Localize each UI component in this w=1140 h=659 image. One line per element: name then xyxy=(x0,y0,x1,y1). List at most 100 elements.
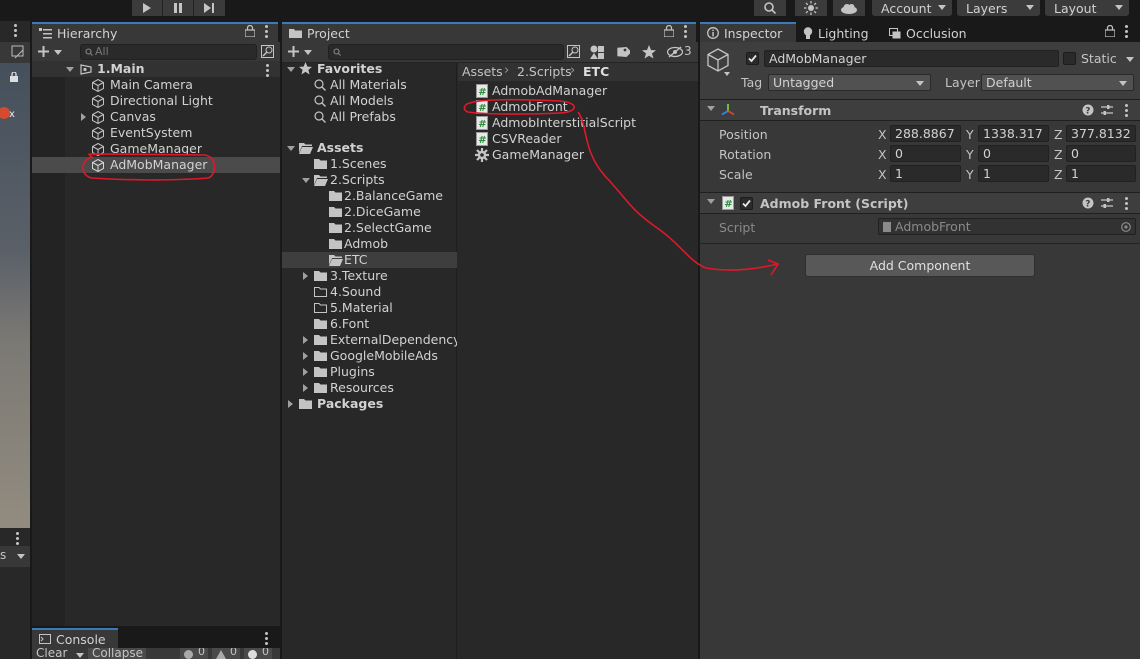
help-icon[interactable]: ? xyxy=(1082,197,1094,209)
hierarchy-item[interactable]: Directional Light xyxy=(65,93,280,109)
warning-toggle[interactable]: 0 xyxy=(212,648,240,659)
scene-viewport[interactable]: x xyxy=(0,63,30,528)
lock-icon[interactable] xyxy=(664,25,674,37)
favorite-item[interactable]: All Materials xyxy=(282,77,457,93)
gameobject-icon[interactable] xyxy=(707,48,729,72)
static-checkbox[interactable] xyxy=(1063,52,1076,65)
orientation-gizmo-icon[interactable]: x xyxy=(0,105,18,121)
file-item[interactable]: # AdmobFront xyxy=(458,99,698,115)
chevron-down-icon[interactable] xyxy=(54,50,62,55)
layers-dropdown[interactable]: Layers xyxy=(957,0,1040,16)
hidden-eye-icon[interactable] xyxy=(667,46,683,58)
file-item[interactable]: # CSVReader xyxy=(458,131,698,147)
tab-project[interactable]: Project xyxy=(282,22,696,42)
folder-item[interactable]: 2.BalanceGame xyxy=(282,188,457,204)
layer-dropdown[interactable]: Default xyxy=(981,74,1134,91)
lock-icon[interactable] xyxy=(245,25,255,37)
packages-row[interactable]: Packages xyxy=(282,396,457,412)
scale-y-input[interactable]: 1 xyxy=(978,165,1049,182)
rotation-x-input[interactable]: 0 xyxy=(890,145,961,162)
foldout-arrow-icon[interactable] xyxy=(81,113,86,121)
foldout-arrow-icon[interactable] xyxy=(707,106,715,111)
scene-menu-icon[interactable] xyxy=(14,24,17,39)
search-button[interactable] xyxy=(754,0,786,16)
chevron-down-icon[interactable] xyxy=(1126,57,1134,62)
kebab-menu-icon[interactable] xyxy=(265,25,268,40)
component-enabled-checkbox[interactable] xyxy=(740,197,753,210)
rotation-y-input[interactable]: 0 xyxy=(978,145,1049,162)
add-component-button[interactable]: Add Component xyxy=(805,254,1035,277)
assets-row[interactable]: Assets xyxy=(282,140,457,156)
chevron-down-icon[interactable] xyxy=(76,653,84,658)
add-icon[interactable] xyxy=(38,46,49,57)
object-picker-icon[interactable] xyxy=(1121,222,1131,232)
folder-item[interactable]: 4.Sound xyxy=(282,284,457,300)
cloud-button[interactable] xyxy=(833,0,865,16)
scene-search-icon[interactable] xyxy=(261,45,275,59)
error-toggle[interactable]: 0 xyxy=(244,648,272,659)
foldout-arrow-icon[interactable] xyxy=(287,67,295,72)
file-item[interactable]: # AdmobInterstitialScript xyxy=(458,115,698,131)
folder-item[interactable]: Resources xyxy=(282,380,457,396)
folder-item[interactable]: Admob xyxy=(282,236,457,252)
foldout-arrow-icon[interactable] xyxy=(303,272,308,280)
folder-item[interactable]: Plugins xyxy=(282,364,457,380)
hierarchy-item-selected[interactable]: AdMobManager xyxy=(32,157,280,173)
favorite-item[interactable]: All Prefabs xyxy=(282,109,457,125)
hierarchy-search-input[interactable]: All xyxy=(80,44,257,60)
folder-item[interactable]: 2.Scripts xyxy=(282,172,457,188)
breadcrumb-item[interactable]: Assets xyxy=(462,64,503,79)
tab-console[interactable]: Console xyxy=(32,628,118,648)
hierarchy-item[interactable]: Main Camera xyxy=(65,77,280,93)
hierarchy-item[interactable]: GameManager xyxy=(65,141,280,157)
tag-dropdown[interactable]: Untagged xyxy=(768,74,931,91)
clear-button[interactable]: Clear xyxy=(36,648,67,659)
chevron-down-icon[interactable] xyxy=(304,50,312,55)
gizmo-icon[interactable] xyxy=(10,44,26,60)
position-y-input[interactable]: 1338.317 xyxy=(978,125,1049,142)
hierarchy-item[interactable]: EventSystem xyxy=(65,125,280,141)
foldout-arrow-icon[interactable] xyxy=(707,199,715,204)
help-icon[interactable]: ? xyxy=(1082,104,1094,116)
search-by-scene-icon[interactable] xyxy=(567,45,581,59)
filter-by-type-icon[interactable] xyxy=(590,45,605,59)
scale-z-input[interactable]: 1 xyxy=(1066,165,1136,182)
chevron-down-icon[interactable] xyxy=(724,72,730,76)
position-z-input[interactable]: 377.8132 xyxy=(1066,125,1136,142)
scene-row[interactable]: 1.Main xyxy=(32,61,280,77)
tab-occlusion[interactable]: Occlusion xyxy=(882,22,976,42)
folder-item[interactable]: 3.Texture xyxy=(282,268,457,284)
lock-icon[interactable] xyxy=(1105,25,1115,37)
object-name-input[interactable]: AdMobManager xyxy=(764,50,1059,67)
play-button[interactable] xyxy=(132,0,163,16)
kebab-menu-icon[interactable] xyxy=(16,532,19,547)
file-item[interactable]: GameManager xyxy=(458,147,698,163)
kebab-menu-icon[interactable] xyxy=(684,25,687,40)
folder-item-selected[interactable]: ETC xyxy=(282,252,457,268)
favorite-star-icon[interactable] xyxy=(642,45,656,59)
tab-hierarchy[interactable]: Hierarchy xyxy=(32,22,278,42)
foldout-arrow-icon[interactable] xyxy=(303,368,308,376)
script-component-header[interactable]: # Admob Front (Script) ? xyxy=(700,192,1140,214)
collab-button[interactable] xyxy=(795,0,827,16)
step-button[interactable] xyxy=(194,0,225,16)
active-checkbox[interactable] xyxy=(746,52,759,65)
folder-item[interactable]: 1.Scenes xyxy=(282,156,457,172)
folder-item[interactable]: 6.Font xyxy=(282,316,457,332)
position-x-input[interactable]: 288.8867 xyxy=(890,125,961,142)
kebab-menu-icon[interactable] xyxy=(1125,197,1128,212)
account-dropdown[interactable]: Account xyxy=(872,0,952,16)
file-item[interactable]: # AdmobAdManager xyxy=(458,83,698,99)
scene-dropdown[interactable]: s xyxy=(0,546,30,567)
folder-item[interactable]: 2.DiceGame xyxy=(282,204,457,220)
folder-item[interactable]: GoogleMobileAds xyxy=(282,348,457,364)
add-icon[interactable] xyxy=(288,46,299,57)
kebab-menu-icon[interactable] xyxy=(1125,104,1128,119)
kebab-menu-icon[interactable] xyxy=(265,632,268,647)
preset-sliders-icon[interactable] xyxy=(1101,197,1113,209)
preset-sliders-icon[interactable] xyxy=(1101,104,1113,116)
project-search-input[interactable] xyxy=(328,44,564,60)
breadcrumb-item[interactable]: 2.Scripts xyxy=(517,64,572,79)
foldout-arrow-icon[interactable] xyxy=(303,336,308,344)
folder-item[interactable]: 2.SelectGame xyxy=(282,220,457,236)
